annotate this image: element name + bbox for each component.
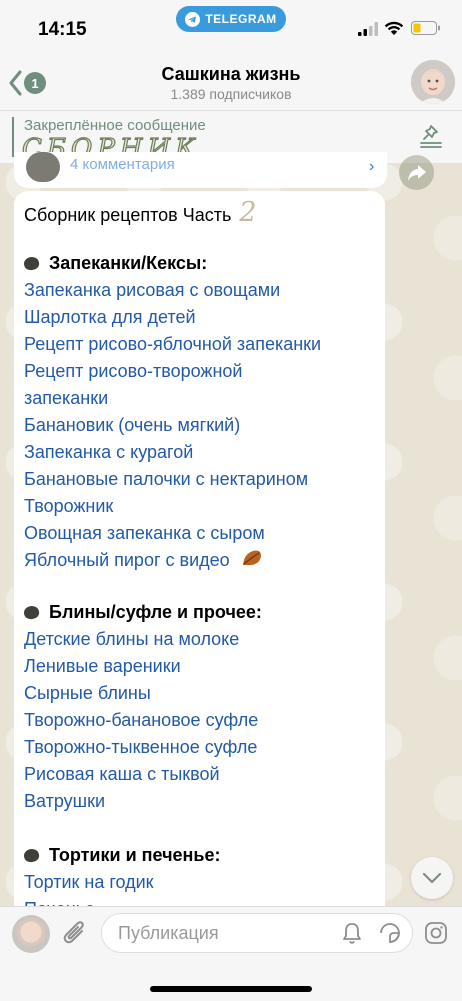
chat-header: 1 Сашкина жизнь 1.389 подписчиков	[0, 58, 462, 110]
status-time: 14:15	[38, 19, 87, 40]
commenter-avatar	[26, 152, 60, 182]
recipe-link[interactable]: Рисовая каша с тыквой	[24, 764, 220, 785]
recipe-link[interactable]: Ленивые вареники	[24, 656, 181, 677]
chevron-down-icon	[422, 872, 442, 884]
comments-link[interactable]: 4 комментария	[70, 156, 175, 173]
message-input-wrapper[interactable]	[101, 913, 413, 953]
recipe-link[interactable]: Банановик (очень мягкий)	[24, 415, 240, 436]
back-to-telegram-label: TELEGRAM	[205, 12, 277, 26]
recipe-link[interactable]: Сырные блины	[24, 683, 151, 704]
recipe-link[interactable]: Творожно-тыквенное суфле	[24, 737, 257, 758]
wifi-icon	[384, 21, 404, 35]
recipe-link[interactable]: Ватрушки	[24, 791, 105, 812]
stone-bullet-icon	[22, 604, 41, 621]
instagram-camera-icon[interactable]	[424, 921, 448, 945]
pinned-indicator	[12, 117, 14, 157]
share-arrow-icon	[407, 164, 426, 181]
recipe-link[interactable]: Творожник	[24, 496, 113, 517]
message-input[interactable]	[116, 922, 340, 945]
home-indicator	[150, 986, 312, 992]
recipe-link[interactable]: запеканки	[24, 388, 108, 409]
message-bubble: Сборник рецептов Часть 2 Запеканки/Кексы…	[14, 191, 385, 951]
message-title-text: Сборник рецептов Часть	[24, 205, 232, 225]
recipe-link[interactable]: Тортик на годик	[24, 872, 154, 893]
share-button[interactable]	[399, 155, 434, 190]
subscriber-count: 1.389 подписчиков	[170, 86, 292, 102]
recipe-link[interactable]: Овощная запеканка с сыром	[24, 523, 265, 544]
recipe-link[interactable]: Запеканка с курагой	[24, 442, 193, 463]
recipe-link[interactable]: Шарлотка для детей	[24, 307, 196, 328]
telegram-plane-icon	[185, 11, 201, 27]
back-to-telegram-button[interactable]: TELEGRAM	[176, 6, 286, 32]
send-as-avatar[interactable]	[12, 915, 50, 953]
recipe-link-with-emoji[interactable]: Яблочный пирог с видео	[24, 548, 263, 571]
recipe-link[interactable]: Банановые палочки с нектарином	[24, 469, 308, 490]
channel-avatar[interactable]	[411, 60, 455, 104]
channel-title[interactable]: Сашкина жизнь	[0, 64, 462, 85]
autumn-leaf-icon	[242, 550, 261, 565]
pinned-label: Закреплённое сообщение	[24, 117, 206, 134]
recipe-link[interactable]: Рецепт рисово-творожной	[24, 361, 242, 382]
cellular-signal-icon	[358, 22, 378, 36]
status-bar: 14:15 TELEGRAM	[0, 0, 462, 58]
message-title: Сборник рецептов Часть 2	[24, 197, 257, 228]
pinned-list-icon[interactable]	[418, 123, 444, 149]
section-heading: Блины/суфле и прочее:	[22, 602, 262, 623]
previous-post-footer[interactable]: 4 комментария ›	[14, 152, 387, 188]
recipe-link[interactable]: Рецепт рисово-яблочной запеканки	[24, 334, 321, 355]
stone-bullet-icon	[22, 847, 41, 864]
battery-icon	[411, 21, 440, 35]
message-title-number: 2	[239, 197, 257, 228]
scroll-to-bottom-button[interactable]	[411, 857, 453, 899]
recipe-link[interactable]: Творожно-банановое суфле	[24, 710, 258, 731]
stone-bullet-icon	[22, 255, 41, 272]
recipe-link[interactable]: Детские блины на молоке	[24, 629, 239, 650]
composer-bar	[0, 906, 462, 1001]
recipe-link[interactable]: Запеканка рисовая с овощами	[24, 280, 280, 301]
paperclip-icon[interactable]	[62, 919, 88, 947]
section-heading: Тортики и печенье:	[22, 845, 220, 866]
bell-icon[interactable]	[340, 921, 364, 945]
baby-avatar-image	[411, 60, 455, 104]
chevron-right-icon: ›	[369, 158, 375, 175]
section-heading: Запеканки/Кексы:	[22, 253, 207, 274]
sticker-icon[interactable]	[378, 921, 402, 945]
